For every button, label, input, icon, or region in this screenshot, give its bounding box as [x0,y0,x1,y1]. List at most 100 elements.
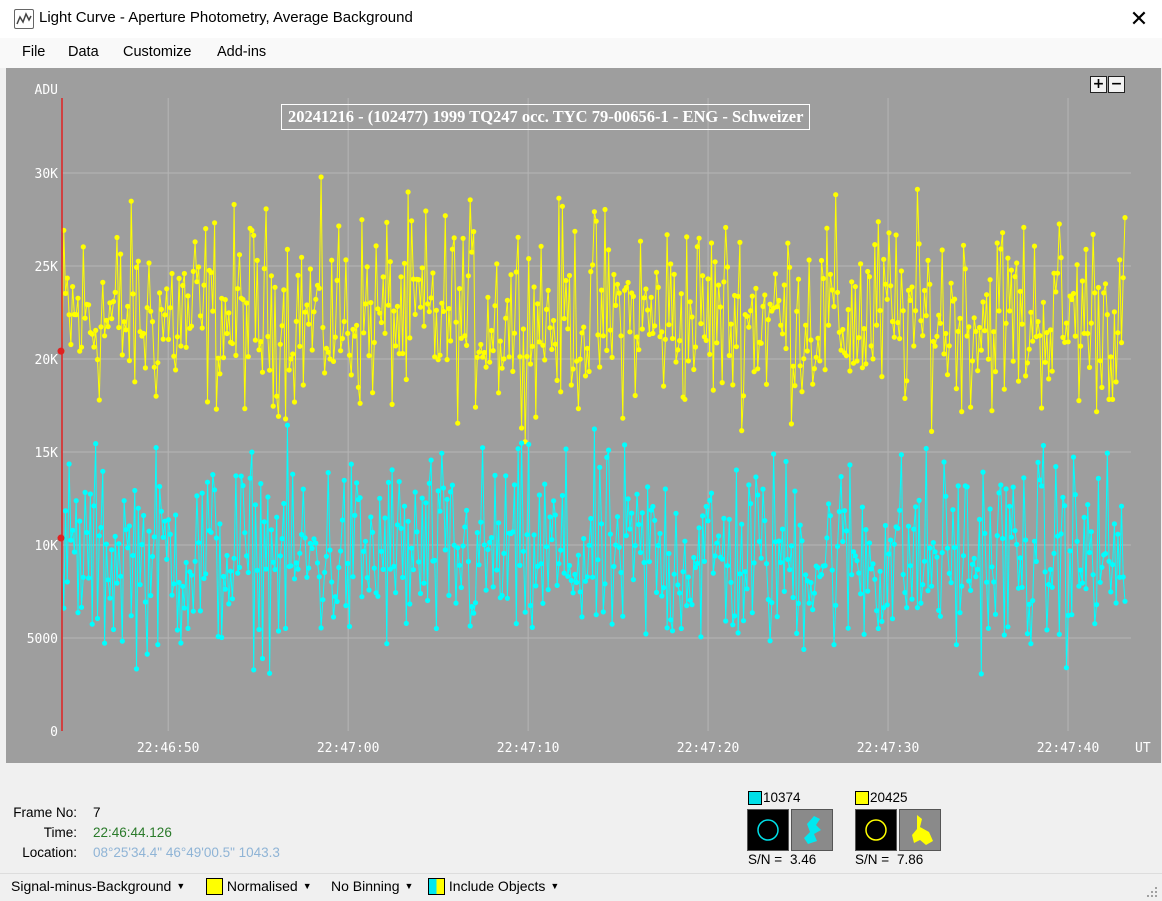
data-point [293,560,299,566]
data-point [840,538,846,545]
menu-file[interactable]: File [22,44,45,60]
data-point [790,363,796,369]
data-point [682,538,688,544]
aperture-thumbnail[interactable] [855,809,897,851]
data-point [769,600,775,606]
data-point [151,364,157,370]
data-point [563,446,569,452]
close-button[interactable]: ✕ [1116,0,1162,38]
zoom-in-button[interactable]: + [1090,76,1107,93]
data-point [409,218,415,224]
pixel-thumbnail[interactable] [791,809,833,851]
data-point [914,186,921,192]
menu-add-ins[interactable]: Add-ins [217,44,266,60]
include-objects-dropdown[interactable]: Include Objects ▼ [428,878,559,895]
data-point [554,377,560,383]
data-point [527,361,534,367]
data-point [144,651,150,657]
data-point [957,610,963,616]
data-point [188,323,195,329]
data-point [1122,598,1128,604]
data-point [396,479,402,485]
data-point [822,367,828,373]
y-tick-label: 15K [35,446,59,461]
data-point [460,543,466,549]
binning-dropdown[interactable]: No Binning ▼ [331,878,413,894]
data-point [671,571,677,577]
object-id: 10374 [763,790,801,805]
data-point [123,327,129,333]
data-point [178,343,184,349]
data-point [481,542,487,548]
signal-mode-label: Signal-minus-Background [11,878,172,894]
data-point [171,581,177,587]
data-point [96,397,102,403]
menu-customize[interactable]: Customize [123,44,192,60]
data-point [620,613,626,619]
data-point [934,333,940,339]
data-point [236,564,243,570]
data-point [827,271,834,277]
data-point [1094,409,1100,415]
chart-plot[interactable]: 0 5000 10K 15K 20K 25K 30K ADU 22:46:50 22:47:00 2… [6,68,1161,763]
frame-value: 7 [93,805,101,820]
resize-grip-icon[interactable] [1146,886,1158,898]
data-point [456,562,463,568]
normalise-dropdown[interactable]: Normalised ▼ [206,878,312,895]
data-point [478,519,484,525]
data-point [549,346,555,352]
data-point [565,326,571,332]
data-point [1111,521,1117,527]
object-color-swatch[interactable] [855,791,869,805]
data-point [632,543,638,549]
data-point [811,590,818,596]
data-point [637,549,644,556]
data-point [1108,354,1114,360]
data-point [637,238,644,244]
data-point [900,308,906,314]
data-point [277,553,283,559]
data-point [810,607,816,613]
data-point [73,498,79,504]
data-point [279,536,285,542]
pixel-thumbnail[interactable] [899,809,941,851]
data-point [362,301,369,307]
data-point [249,227,255,233]
data-point [996,308,1002,314]
data-point [712,259,718,265]
data-point [543,544,550,550]
data-point [604,347,610,353]
data-point [982,530,988,536]
normalise-label: Normalised [226,878,298,894]
data-point [1058,531,1064,537]
menu-data[interactable]: Data [68,44,99,60]
zoom-out-button[interactable]: − [1108,76,1125,93]
signal-mode-dropdown[interactable]: Signal-minus-Background ▼ [11,878,185,894]
data-point [650,330,656,336]
object-color-swatch[interactable] [748,791,762,805]
data-point [524,532,530,538]
data-point [834,543,841,549]
data-point [86,575,92,581]
data-point [432,557,438,563]
data-point [437,352,443,358]
data-point [643,286,649,292]
data-point [698,634,704,640]
data-point [787,264,793,270]
data-point [322,569,328,575]
data-point [735,293,741,299]
data-point [472,404,479,410]
data-point [417,304,424,310]
data-point [428,457,434,463]
data-point [87,491,93,497]
data-point [291,399,298,405]
data-point [210,308,216,314]
aperture-thumbnail[interactable] [747,809,789,851]
data-point [283,416,289,422]
data-point [778,559,784,565]
light-curve-chart[interactable]: 0 5000 10K 15K 20K 25K 30K ADU 22:46:50 22:47:00 2… [6,68,1161,763]
data-point [240,483,246,489]
data-point [483,587,489,593]
data-point [387,259,393,265]
data-point [1053,289,1059,295]
